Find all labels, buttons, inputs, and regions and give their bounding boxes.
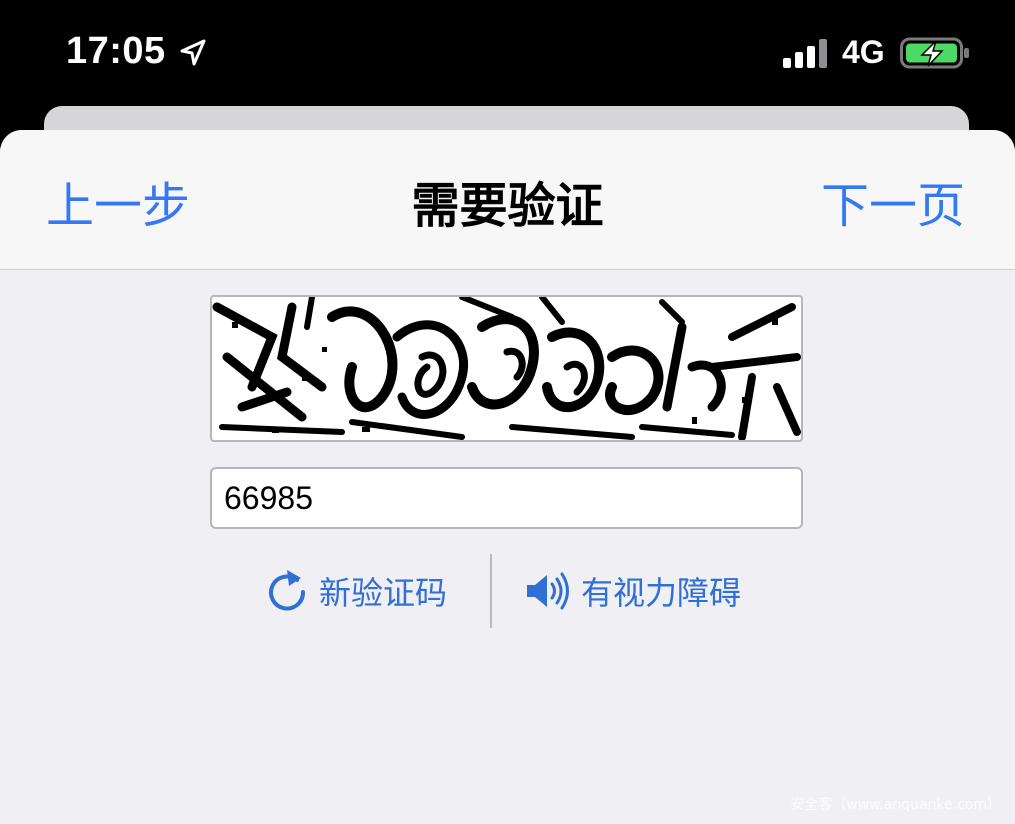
new-code-label: 新验证码: [319, 574, 448, 612]
refresh-icon: [269, 570, 306, 611]
new-code-button[interactable]: 新验证码: [265, 568, 447, 614]
location-arrow-icon: [180, 39, 206, 66]
battery-charging-icon: [900, 37, 969, 69]
status-bar: 17:05 4G: [0, 0, 1015, 106]
cellular-signal-icon: [783, 39, 827, 68]
audio-label: 有视力障碍: [581, 574, 742, 612]
verification-sheet: 上一步 需要验证 下一页 66985 新验证码 有视力障碍 安全客（www.an…: [0, 130, 1015, 824]
captcha-answer-input[interactable]: [210, 467, 803, 529]
watermark: 安全客（www.anquanke.com）: [790, 797, 1001, 813]
speaker-icon: [527, 572, 569, 610]
actions-divider: [490, 554, 492, 628]
captcha-image: [210, 295, 803, 442]
status-time: 17:05: [66, 30, 166, 72]
captcha-actions: 新验证码 有视力障碍: [0, 550, 1015, 630]
next-button[interactable]: 下一页: [821, 166, 965, 236]
audio-captcha-button[interactable]: 有视力障碍: [525, 568, 741, 614]
navigation-bar: 上一步 需要验证 下一页: [0, 130, 1015, 270]
network-type: 4G: [842, 34, 885, 70]
